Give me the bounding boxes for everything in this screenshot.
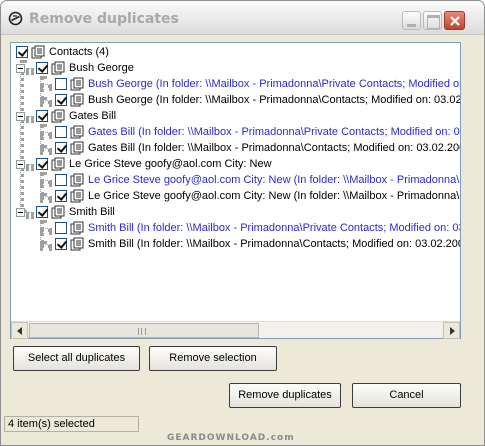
group-row-le-grice-steve[interactable]: Le Grice Steve goofy@aol.com City: New: [33, 156, 453, 172]
remove-duplicates-button[interactable]: Remove duplicates: [229, 383, 341, 408]
item-label: Gates Bill (In folder: \\Mailbox - Prima…: [88, 142, 460, 154]
item-checkbox[interactable]: [55, 126, 67, 138]
item-checkbox[interactable]: [55, 190, 67, 202]
watermark: GEARDOWNLOAD.com: [167, 433, 295, 443]
tree-line: [40, 124, 44, 148]
scroll-left-button[interactable]: [11, 322, 28, 339]
tree-viewport: Contacts (4) Bush George Bush George (In…: [11, 43, 460, 321]
contact-card-icon: [70, 125, 84, 139]
close-button[interactable]: [444, 11, 465, 30]
contact-card-icon: [70, 141, 84, 155]
contact-card-icon: [51, 157, 65, 171]
item-label: Bush George (In folder: \\Mailbox - Prim…: [88, 94, 460, 106]
tree-line: [40, 180, 52, 184]
minimize-button[interactable]: [402, 11, 421, 30]
remove-selection-button[interactable]: Remove selection: [149, 346, 277, 371]
root-checkbox[interactable]: [16, 46, 28, 58]
cancel-button[interactable]: Cancel: [352, 383, 461, 408]
contact-card-icon: [70, 93, 84, 107]
remove-duplicates-window: Remove duplicates Contacts (4) Bush Geor…: [0, 0, 485, 446]
group-label: Gates Bill: [69, 110, 117, 122]
duplicates-tree[interactable]: Contacts (4) Bush George Bush George (In…: [10, 42, 461, 339]
tree-line: [40, 76, 44, 100]
tree-line: [40, 244, 52, 248]
contact-card-icon: [70, 173, 84, 187]
list-item[interactable]: Smith Bill (In folder: \\Mailbox - Prima…: [52, 220, 460, 236]
tree-line: [20, 60, 24, 213]
group-expander-bush[interactable]: [16, 64, 25, 73]
tree-line: [40, 132, 52, 136]
item-label: Smith Bill (In folder: \\Mailbox - Prima…: [88, 222, 460, 234]
window-title: Remove duplicates: [29, 11, 179, 27]
group-row-gates-bill[interactable]: Gates Bill: [33, 108, 453, 124]
scroll-right-button[interactable]: [443, 322, 460, 339]
tree-line: [40, 228, 52, 232]
contacts-icon: [31, 45, 45, 59]
group-row-smith-bill[interactable]: Smith Bill: [33, 204, 453, 220]
status-bar: 4 item(s) selected: [1, 414, 484, 434]
tree-line: [40, 172, 44, 196]
app-icon: [8, 11, 23, 26]
group-label: Le Grice Steve goofy@aol.com City: New: [69, 158, 272, 170]
title-bar[interactable]: Remove duplicates: [1, 1, 484, 35]
list-item[interactable]: Bush George (In folder: \\Mailbox - Prim…: [52, 92, 460, 108]
horizontal-scrollbar[interactable]: [11, 321, 460, 339]
list-item[interactable]: Le Grice Steve goofy@aol.com City: New (…: [52, 172, 460, 188]
list-item[interactable]: Gates Bill (In folder: \\Mailbox - Prima…: [52, 124, 460, 140]
close-icon: [450, 16, 460, 26]
maximize-button[interactable]: [423, 11, 442, 30]
contact-card-icon: [70, 77, 84, 91]
item-label: Le Grice Steve goofy@aol.com City: New (…: [88, 174, 460, 186]
group-label: Bush George: [69, 62, 134, 74]
list-item[interactable]: Bush George (In folder: \\Mailbox - Prim…: [52, 76, 460, 92]
contact-card-icon: [51, 205, 65, 219]
group-expander-le-grice[interactable]: [16, 160, 25, 169]
group-row-bush-george[interactable]: Bush George: [33, 60, 453, 76]
select-all-duplicates-button[interactable]: Select all duplicates: [13, 346, 140, 371]
contact-card-icon: [51, 61, 65, 75]
list-item[interactable]: Le Grice Steve goofy@aol.com City: New (…: [52, 188, 460, 204]
tree-line: [40, 84, 52, 88]
list-item[interactable]: Smith Bill (In folder: \\Mailbox - Prima…: [52, 236, 460, 252]
group-checkbox[interactable]: [36, 206, 48, 218]
contact-card-icon: [70, 189, 84, 203]
tree-root[interactable]: Contacts (4): [13, 44, 453, 60]
group-expander-gates[interactable]: [16, 112, 25, 121]
item-label: Le Grice Steve goofy@aol.com City: New (…: [88, 190, 460, 202]
arrow-left-icon: [17, 327, 22, 335]
tree-line: [40, 196, 52, 200]
item-checkbox[interactable]: [55, 222, 67, 234]
group-checkbox[interactable]: [36, 158, 48, 170]
list-item[interactable]: Gates Bill (In folder: \\Mailbox - Prima…: [52, 140, 460, 156]
arrow-right-icon: [450, 327, 455, 335]
group-checkbox[interactable]: [36, 110, 48, 122]
scroll-thumb[interactable]: [29, 323, 259, 338]
status-text: 4 item(s) selected: [4, 416, 139, 432]
item-label: Gates Bill (In folder: \\Mailbox - Prima…: [88, 126, 460, 138]
item-checkbox[interactable]: [55, 78, 67, 90]
tree-line: [40, 220, 44, 244]
tree-root-label: Contacts (4): [49, 46, 109, 58]
item-label: Smith Bill (In folder: \\Mailbox - Prima…: [88, 238, 460, 250]
tree-line: [40, 100, 52, 104]
item-checkbox[interactable]: [55, 142, 67, 154]
group-label: Smith Bill: [69, 206, 115, 218]
group-checkbox[interactable]: [36, 62, 48, 74]
item-label: Bush George (In folder: \\Mailbox - Prim…: [88, 78, 460, 90]
item-checkbox[interactable]: [55, 94, 67, 106]
item-checkbox[interactable]: [55, 238, 67, 250]
group-expander-smith[interactable]: [16, 208, 25, 217]
contact-card-icon: [70, 221, 84, 235]
item-checkbox[interactable]: [55, 174, 67, 186]
tree-line: [40, 148, 52, 152]
contact-card-icon: [70, 237, 84, 251]
grip-icon: [138, 328, 146, 335]
contact-card-icon: [51, 109, 65, 123]
